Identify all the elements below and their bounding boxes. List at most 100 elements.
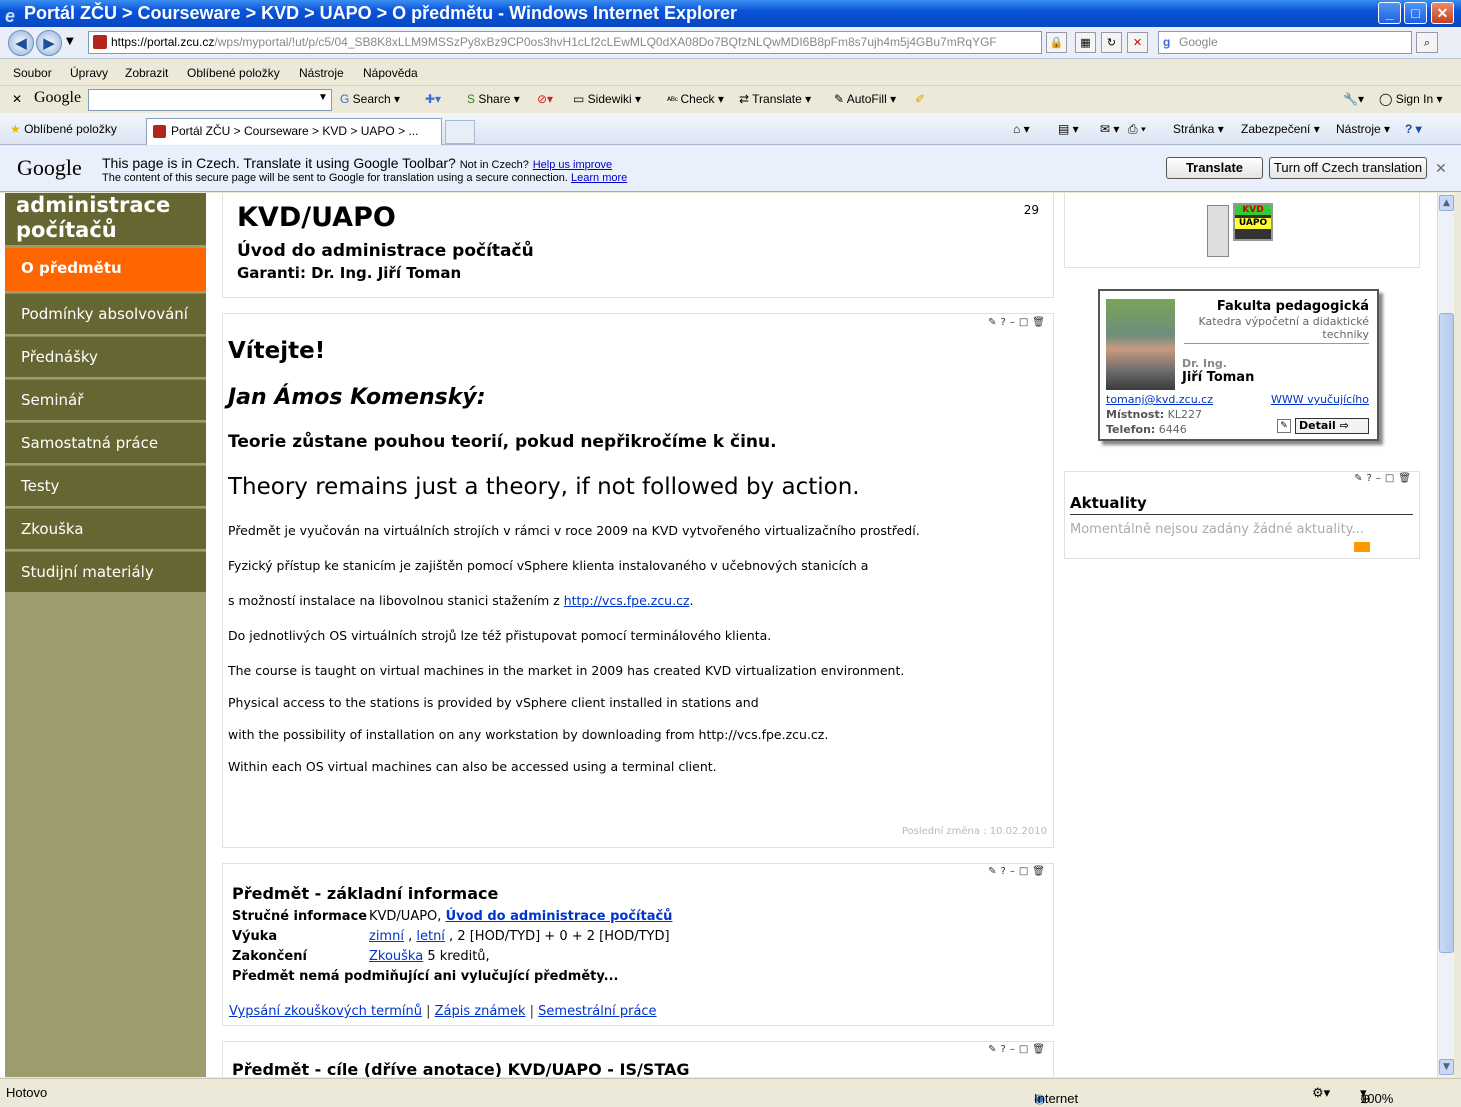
portlet-controls[interactable]: ✎?–□🗑 <box>988 317 1049 328</box>
nav-item-independent-work[interactable]: Samostatná práce <box>5 422 206 463</box>
gtb-highlight-icon[interactable]: ✐ <box>915 92 925 106</box>
feeds-icon[interactable]: ▤ ▾ <box>1058 122 1079 136</box>
summer-link[interactable]: letní <box>416 929 445 944</box>
gtb-sidewiki-button[interactable]: ▭ Sidewiki ▾ <box>573 92 641 106</box>
gtb-share-button[interactable]: S Share ▾ <box>467 92 520 106</box>
menu-favorites[interactable]: Oblíbené položky <box>187 66 280 80</box>
info-row-teaching: Výuka zimní , letní , 2 [HOD/TYD] + 0 + 2… <box>232 929 670 944</box>
mail-icon[interactable]: ✉ ▾ <box>1100 122 1119 136</box>
maximize-button[interactable]: □ <box>1404 2 1427 24</box>
rss-icon[interactable] <box>1354 542 1370 552</box>
search-icon[interactable]: ⌕ <box>1416 32 1438 53</box>
compatibility-icon[interactable]: ▦ <box>1075 32 1096 53</box>
cmd-page[interactable]: Stránka ▾ <box>1173 122 1224 136</box>
exam-dates-link[interactable]: Vypsání zkouškových termínů <box>229 1004 422 1019</box>
gtb-search-button[interactable]: G Search ▾ <box>340 92 400 106</box>
gtb-check-button[interactable]: ᴬᴮᶜ Check ▾ <box>667 92 724 106</box>
teacher-title: Dr. Ing. <box>1182 357 1227 370</box>
wrench-icon[interactable]: 🔧▾ <box>1343 92 1364 106</box>
translate-icon: ⇄ <box>739 92 753 106</box>
vcs-link[interactable]: http://vcs.fpe.zcu.cz <box>564 593 690 608</box>
turn-off-translation-button[interactable]: Turn off Czech translation <box>1269 157 1427 179</box>
translate-secure-note: The content of this secure page will be … <box>102 172 628 184</box>
welcome-heading: Vítejte! <box>228 338 326 364</box>
google-toolbar-search-input[interactable] <box>88 89 332 111</box>
help-icon[interactable]: ? ▾ <box>1405 122 1422 136</box>
menu-edit[interactable]: Úpravy <box>70 66 108 80</box>
goals-heading: Předmět - cíle (dříve anotace) KVD/UAPO … <box>232 1060 690 1077</box>
exam-link[interactable]: Zkouška <box>369 949 423 964</box>
print-icon[interactable]: ⎙ ▾ <box>1128 122 1146 137</box>
back-button[interactable]: ◀ <box>8 30 34 56</box>
google-g-icon: G <box>340 92 353 106</box>
search-input[interactable]: g Google <box>1158 31 1412 54</box>
translate-close-icon[interactable]: ✕ <box>1435 160 1447 177</box>
teacher-email-link[interactable]: tomanj@kvd.zcu.cz <box>1106 393 1213 406</box>
teacher-www-link[interactable]: WWW vyučujícího <box>1271 393 1369 406</box>
left-navigation: administrace počítačů O předmětu Podmínk… <box>5 193 206 1077</box>
grades-link[interactable]: Zápis známek <box>435 1004 526 1019</box>
sidewiki-icon: ▭ <box>573 92 588 106</box>
portlet-controls[interactable]: ✎?–□🗑 <box>988 1044 1049 1055</box>
semester-work-link[interactable]: Semestrální práce <box>538 1004 656 1019</box>
home-icon[interactable]: ⌂ ▾ <box>1013 122 1030 136</box>
portlet-controls[interactable]: ✎?–□🗑 <box>988 866 1049 877</box>
new-tab-button[interactable] <box>445 120 475 144</box>
portlet-controls[interactable]: ✎?–□🗑 <box>1354 473 1415 484</box>
paragraph-cz-3: s možností instalace na libovolnou stani… <box>228 593 694 608</box>
teacher-phone: Telefon: 6446 <box>1106 423 1187 436</box>
paragraph-en-3: with the possibility of installation on … <box>228 727 829 742</box>
forward-button[interactable]: ▶ <box>36 30 62 56</box>
history-dropdown-icon[interactable]: ▼ <box>66 36 74 47</box>
lock-icon[interactable]: 🔒 <box>1046 32 1067 53</box>
scroll-down-icon[interactable]: ▼ <box>1439 1059 1454 1075</box>
favorites-button[interactable]: ★ Oblíbené položky <box>10 122 117 136</box>
protected-mode-icon[interactable]: ⚙▾ <box>1312 1085 1330 1101</box>
learn-more-link[interactable]: Learn more <box>571 172 627 184</box>
refresh-icon[interactable]: ↻ <box>1101 32 1122 53</box>
menu-help[interactable]: Nápověda <box>363 66 418 80</box>
translate-button[interactable]: Translate <box>1166 157 1263 179</box>
course-name-link[interactable]: Úvod do administrace počítačů <box>446 909 673 924</box>
menu-tools[interactable]: Nástroje <box>299 66 344 80</box>
autofill-icon: ✎ <box>834 92 847 106</box>
teacher-photo <box>1106 299 1175 390</box>
nav-item-about[interactable]: O předmětu <box>5 248 206 291</box>
winter-link[interactable]: zimní <box>369 929 404 944</box>
toolbar-close-icon[interactable]: ✕ <box>12 92 22 106</box>
url-field[interactable]: https://portal.zcu.cz/wps/myportal/!ut/p… <box>88 31 1042 54</box>
nav-item-study-materials[interactable]: Studijní materiály <box>5 551 206 592</box>
nav-item-seminar[interactable]: Seminář <box>5 379 206 420</box>
help-improve-link[interactable]: Help us improve <box>533 159 612 171</box>
tab-active[interactable]: Portál ZČU > Courseware > KVD > UAPO > .… <box>146 118 442 145</box>
nav-item-lectures[interactable]: Přednášky <box>5 336 206 377</box>
nav-item-tests[interactable]: Testy <box>5 465 206 506</box>
translate-message: This page is in Czech. Translate it usin… <box>102 155 613 171</box>
gtb-translate-button[interactable]: ⇄ Translate ▾ <box>739 92 811 106</box>
gtb-autofill-button[interactable]: ✎ AutoFill ▾ <box>834 92 896 106</box>
gtb-dropdown-icon[interactable]: ▼ <box>318 92 328 103</box>
status-text: Hotovo <box>6 1085 48 1100</box>
scroll-thumb[interactable] <box>1439 313 1454 953</box>
cmd-security[interactable]: Zabezpečení ▾ <box>1241 122 1320 136</box>
minimize-button[interactable]: _ <box>1378 2 1401 24</box>
window-title-bar: e Portál ZČU > Courseware > KVD > UAPO >… <box>0 0 1461 27</box>
zoom-control[interactable]: ⊕ 100% ▾ <box>1360 1085 1393 1106</box>
paragraph-cz-4: Do jednotlivých OS virtuálních strojů lz… <box>228 628 772 643</box>
close-window-button[interactable]: ✕ <box>1431 2 1454 24</box>
gtb-signin-button[interactable]: ◯ Sign In ▾ <box>1379 92 1442 106</box>
edit-icon[interactable]: ✎ <box>1277 419 1291 433</box>
menu-file[interactable]: Soubor <box>13 66 52 80</box>
nav-item-conditions[interactable]: Podmínky absolvování <box>5 293 206 334</box>
quote-english: Theory remains just a theory, if not fol… <box>228 474 860 500</box>
scroll-up-icon[interactable]: ▲ <box>1439 195 1454 211</box>
course-code: KVD/UAPO <box>237 202 396 233</box>
cmd-tools[interactable]: Nástroje ▾ <box>1336 122 1390 136</box>
detail-button[interactable]: Detail ⇨ <box>1295 418 1369 434</box>
gtb-popup-icon[interactable]: ⊘▾ <box>537 92 553 106</box>
menu-view[interactable]: Zobrazit <box>125 66 168 80</box>
gtb-add-icon[interactable]: ✚▾ <box>425 92 441 106</box>
stop-icon[interactable]: ✕ <box>1127 32 1148 53</box>
vertical-scrollbar[interactable]: ▲ ▼ <box>1437 193 1454 1077</box>
nav-item-exam[interactable]: Zkouška <box>5 508 206 549</box>
